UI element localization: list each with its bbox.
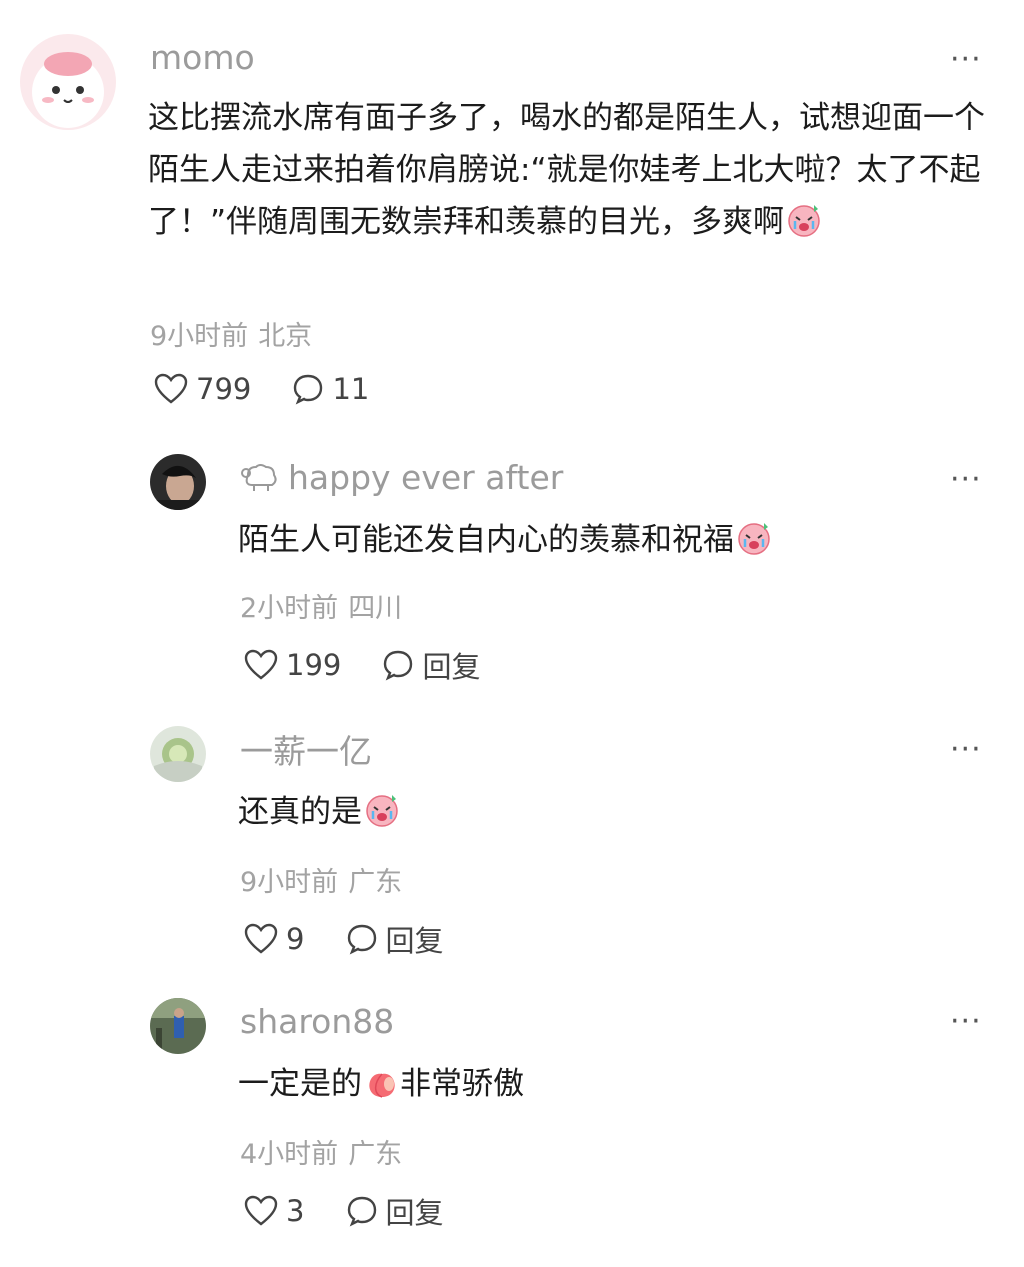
more-dots-icon[interactable]: ··· <box>950 45 982 75</box>
comment-actions: 199 回复 <box>244 644 480 684</box>
reply-count: 11 <box>332 372 370 406</box>
comment-meta: 9小时前 广东 <box>240 860 402 899</box>
reply-button[interactable]: 回复 <box>346 1190 444 1232</box>
comment-location: 四川 <box>348 593 403 624</box>
crying-face-emoji <box>738 523 770 555</box>
like-count: 3 <box>286 1194 305 1228</box>
comment-location: 北京 <box>258 321 313 352</box>
comment-text: 还真的是 <box>238 786 998 838</box>
speech-bubble-icon <box>294 374 323 405</box>
author-name[interactable]: momo <box>150 38 255 78</box>
sheep-badge-icon <box>241 464 277 491</box>
reply-label: 回复 <box>385 1196 444 1230</box>
comment-text: 一定是的 非常骄傲 <box>238 1058 998 1110</box>
speech-bubble-icon <box>347 1196 376 1227</box>
comment-time: 9小时前 <box>240 867 339 898</box>
more-dots-icon[interactable]: ··· <box>950 465 982 495</box>
author-name[interactable]: sharon88 <box>240 1002 394 1042</box>
more-dots-icon[interactable]: ··· <box>950 1007 982 1037</box>
crying-face-emoji <box>788 205 820 237</box>
like-count: 199 <box>286 648 342 682</box>
comment-location: 广东 <box>348 867 403 898</box>
comment-location: 广东 <box>348 1139 403 1170</box>
author-name-text: happy ever after <box>288 458 564 497</box>
speech-bubble-icon <box>347 924 376 955</box>
comment-time: 9小时前 <box>150 321 249 352</box>
like-button[interactable]: 799 <box>154 372 251 406</box>
comment-text: 陌生人可能还发自内心的羡慕和祝福 <box>238 514 998 566</box>
more-dots-icon[interactable]: ··· <box>950 735 982 765</box>
avatar-image <box>150 454 206 510</box>
reply-button[interactable]: 回复 <box>382 644 480 686</box>
like-button[interactable]: 3 <box>244 1194 304 1228</box>
avatar[interactable] <box>20 34 116 130</box>
peach-emoji <box>369 1073 395 1098</box>
reply-count-button[interactable]: 11 <box>292 372 369 406</box>
heart-outline-icon <box>244 923 278 954</box>
author-name[interactable]: 一薪一亿 <box>240 732 372 772</box>
comment-actions: 3 回复 <box>244 1190 444 1230</box>
heart-outline-icon <box>244 1195 278 1226</box>
heart-outline-icon <box>244 649 278 680</box>
speech-bubble-icon <box>384 650 413 681</box>
comment-actions: 799 11 <box>154 372 369 412</box>
comment-text-after: 非常骄傲 <box>400 1066 524 1102</box>
comment-actions: 9 回复 <box>244 918 444 958</box>
avatar[interactable] <box>150 454 206 510</box>
like-count: 799 <box>196 372 252 406</box>
comment-meta: 9小时前 北京 <box>150 314 312 353</box>
crying-face-emoji <box>366 795 398 827</box>
avatar-image <box>150 726 206 782</box>
comment-meta: 4小时前 广东 <box>240 1132 402 1171</box>
avatar[interactable] <box>150 998 206 1054</box>
like-button[interactable]: 9 <box>244 922 304 956</box>
comment-time: 4小时前 <box>240 1139 339 1170</box>
author-name[interactable]: happy ever after <box>240 458 563 498</box>
comment-meta: 2小时前 四川 <box>240 586 402 625</box>
comment-text-before: 一定是的 <box>238 1066 362 1102</box>
comment-text-content: 这比摆流水席有面子多了，喝水的都是陌生人，试想迎面一个陌生人走过来拍着你肩膀说:… <box>148 100 985 240</box>
avatar-image <box>150 998 206 1054</box>
comment-time: 2小时前 <box>240 593 339 624</box>
reply-label: 回复 <box>385 924 444 958</box>
avatar[interactable] <box>150 726 206 782</box>
comment-text: 这比摆流水席有面子多了，喝水的都是陌生人，试想迎面一个陌生人走过来拍着你肩膀说:… <box>148 92 998 248</box>
reply-button[interactable]: 回复 <box>346 918 444 960</box>
comment-text-content: 还真的是 <box>238 794 362 830</box>
like-button[interactable]: 199 <box>244 648 341 682</box>
avatar-image <box>20 34 116 130</box>
reply-label: 回复 <box>422 650 481 684</box>
heart-outline-icon <box>154 373 188 404</box>
like-count: 9 <box>286 922 305 956</box>
comment-text-content: 陌生人可能还发自内心的羡慕和祝福 <box>238 522 734 558</box>
